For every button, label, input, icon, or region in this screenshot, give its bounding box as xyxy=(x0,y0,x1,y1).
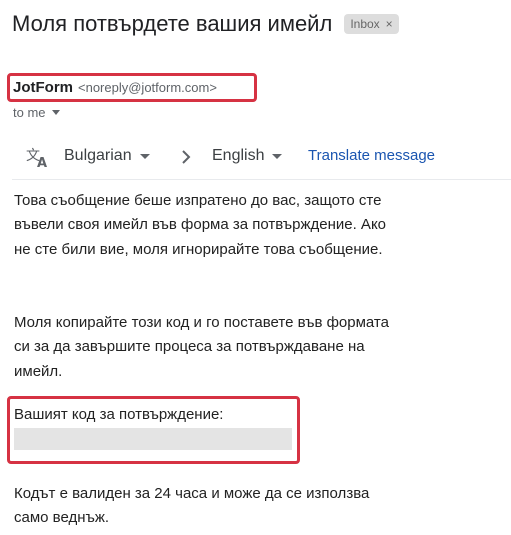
translate-bar: 文 A Bulgarian English Translate message xyxy=(12,133,511,180)
verification-code-redacted xyxy=(14,428,292,450)
body-paragraph-2: Моля копирайте този код и го поставете в… xyxy=(14,314,389,380)
inbox-label-chip[interactable]: Inbox × xyxy=(344,14,399,34)
svg-text:A: A xyxy=(37,156,47,168)
email-subject: Моля потвърдете вашия имейл xyxy=(12,11,333,36)
chevron-down-icon[interactable] xyxy=(51,110,60,115)
chevron-down-icon xyxy=(139,153,150,159)
verification-code-label: Вашият код за потвърждение: xyxy=(14,406,224,423)
translate-message-link[interactable]: Translate message xyxy=(308,147,435,164)
remove-label-icon[interactable]: × xyxy=(386,16,393,32)
target-language-label: English xyxy=(212,147,265,164)
chevron-down-icon xyxy=(272,153,283,159)
inbox-label-text: Inbox xyxy=(350,17,380,31)
chevron-right-icon xyxy=(182,150,191,164)
target-language-dropdown[interactable]: English xyxy=(212,147,283,165)
recipient-label: to me xyxy=(13,105,46,120)
recipient-details-toggle[interactable]: to me xyxy=(13,105,60,120)
body-paragraph-1: Това съобщение беше изпратено до вас, за… xyxy=(14,192,387,258)
source-language-dropdown[interactable]: Bulgarian xyxy=(64,147,150,165)
translate-icon: 文 A xyxy=(26,148,47,168)
sender-info: JotForm <noreply@jotform.com> xyxy=(13,79,217,96)
sender-name: JotForm xyxy=(13,79,73,96)
sender-email: <noreply@jotform.com> xyxy=(78,80,217,95)
source-language-label: Bulgarian xyxy=(64,147,132,164)
body-paragraph-3: Кодът е валиден за 24 часа и може да се … xyxy=(14,485,370,527)
subject-row: Моля потвърдете вашия имейл Inbox × xyxy=(12,10,399,38)
